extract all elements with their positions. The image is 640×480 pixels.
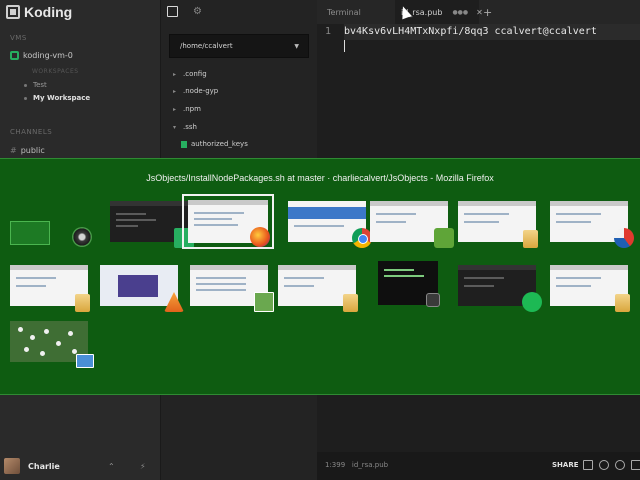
tree-file-authorized-keys[interactable]: authorized_keys <box>181 140 248 148</box>
tab-terminal[interactable]: Terminal <box>327 0 361 24</box>
window-thumb-spotify[interactable] <box>456 263 542 312</box>
hash-icon: # <box>10 146 17 155</box>
evernote-icon <box>434 228 454 248</box>
close-icon[interactable]: ✕ <box>476 8 483 17</box>
window-thumb-koding[interactable] <box>108 199 194 248</box>
workspace-item-test[interactable]: Test <box>24 81 47 89</box>
window-thumb-evernote[interactable] <box>368 199 454 248</box>
channel-item-public[interactable]: # public <box>10 146 45 155</box>
tree-item-label: .node-gyp <box>183 87 219 95</box>
window-thumb-firefox-selected[interactable] <box>182 194 274 249</box>
share-button[interactable]: SHARE <box>552 461 579 469</box>
tree-item-label: .config <box>183 70 207 78</box>
tree-item-npm[interactable]: ▸ .npm <box>173 105 201 113</box>
window-thumb-chrome[interactable] <box>286 199 372 248</box>
text-cursor <box>344 40 345 52</box>
vms-label: VMS <box>10 34 27 42</box>
window-thumb-image-viewer[interactable] <box>8 319 94 368</box>
user-name[interactable]: Charlie <box>28 462 60 471</box>
app-ball-icon <box>614 228 634 248</box>
task-switcher: JsObjects/InstallNodePackages.sh at mast… <box>0 158 640 395</box>
tree-item-config[interactable]: ▸ .config <box>173 70 207 78</box>
workspace-label: My Workspace <box>33 94 91 102</box>
tree-item-node-gyp[interactable]: ▸ .node-gyp <box>173 87 218 95</box>
tree-item-ssh[interactable]: ▾ .ssh <box>173 123 197 131</box>
folder-icon <box>523 230 538 248</box>
workspaces-label: WORKSPACES <box>32 68 79 75</box>
channel-label: public <box>20 146 45 155</box>
switcher-title: JsObjects/InstallNodePackages.sh at mast… <box>146 173 494 183</box>
new-tab-button[interactable]: + <box>483 0 492 24</box>
image-viewer-icon <box>76 354 94 368</box>
window-thumb-files-2[interactable] <box>8 263 90 312</box>
tab-options-icon[interactable]: ●●● <box>452 9 468 16</box>
tab-bar: Terminal id_rsa.pub ●●● ✕ + <box>317 0 640 24</box>
status-position: 1:399 id_rsa.pub <box>325 461 389 469</box>
gear-icon[interactable]: ⚙ <box>192 6 203 17</box>
path-select[interactable]: /home/ccalvert ▼ <box>169 34 309 58</box>
window-thumb-files-1[interactable] <box>456 199 538 248</box>
chevron-right-icon: ▸ <box>173 70 177 78</box>
github-icon[interactable] <box>599 460 609 470</box>
line-number: 1 <box>325 26 332 37</box>
vm-item[interactable]: koding-vm-0 <box>10 51 73 60</box>
caret-up-icon[interactable]: ⌃ <box>108 462 115 471</box>
window-thumb-spreadsheet[interactable] <box>188 263 274 312</box>
channels-label: CHANNELS <box>10 128 53 136</box>
status-bar: 1:399 id_rsa.pub SHARE <box>317 452 640 480</box>
koding-logo-icon <box>6 5 20 19</box>
folder-icon[interactable] <box>167 6 178 17</box>
tree-item-label: .npm <box>183 105 201 113</box>
avatar[interactable] <box>4 458 20 474</box>
folder-icon <box>343 294 358 312</box>
bolt-icon[interactable]: ⚡ <box>140 462 146 471</box>
chevron-right-icon: ▸ <box>173 105 177 113</box>
dropbox-icon[interactable] <box>583 460 593 470</box>
chevron-down-icon: ▾ <box>173 123 177 131</box>
code-line[interactable]: bv4Ksv6vLH4MTxNxpfi/8qq3 ccalvert@ccalve… <box>344 24 640 40</box>
path-value: /home/ccalvert <box>180 42 233 50</box>
window-thumb-desktop-panel[interactable] <box>10 221 50 245</box>
workspace-item-my-workspace[interactable]: My Workspace <box>24 94 90 102</box>
window-thumb-files-4[interactable] <box>548 263 630 312</box>
window-thumb-terminal[interactable] <box>376 259 440 307</box>
terminal-icon <box>426 293 440 307</box>
thumb-screenshot <box>100 265 178 306</box>
fullscreen-icon[interactable] <box>631 460 640 470</box>
window-thumb-files-3[interactable] <box>276 263 358 312</box>
bullet-icon <box>24 83 27 87</box>
file-icon <box>181 140 187 148</box>
user-bar: Charlie ⌃ ⚡ <box>0 452 160 480</box>
code-text: bv4Ksv6vLH4MTxNxpfi/8qq3 ccalvert@ccalve… <box>344 26 597 37</box>
status-icons <box>583 460 640 470</box>
tree-file-label: authorized_keys <box>191 140 248 148</box>
chat-icon[interactable] <box>615 460 625 470</box>
chart-app-icon <box>254 292 274 312</box>
file-tree-toolbar: ⚙ <box>161 0 318 24</box>
workspace-label: Test <box>33 81 47 89</box>
folder-icon <box>615 294 630 312</box>
firefox-icon <box>250 227 270 247</box>
vm-status-icon <box>10 51 19 60</box>
gpu-app-icon[interactable] <box>72 227 92 247</box>
desktop: Koding VMS koding-vm-0 WORKSPACES Test M… <box>0 0 640 480</box>
caret-down-icon: ▼ <box>294 42 299 50</box>
window-thumb-vlc[interactable] <box>98 263 184 312</box>
spotify-icon <box>522 292 542 312</box>
window-thumb-app-ball[interactable] <box>548 199 634 248</box>
folder-icon <box>75 294 90 312</box>
brand[interactable]: Koding <box>6 3 72 21</box>
tree-item-label: .ssh <box>183 123 197 131</box>
brand-name: Koding <box>24 4 73 20</box>
bullet-icon <box>24 96 27 100</box>
tab-label: Terminal <box>327 7 361 17</box>
vm-name: koding-vm-0 <box>23 51 73 60</box>
chevron-right-icon: ▸ <box>173 87 177 95</box>
